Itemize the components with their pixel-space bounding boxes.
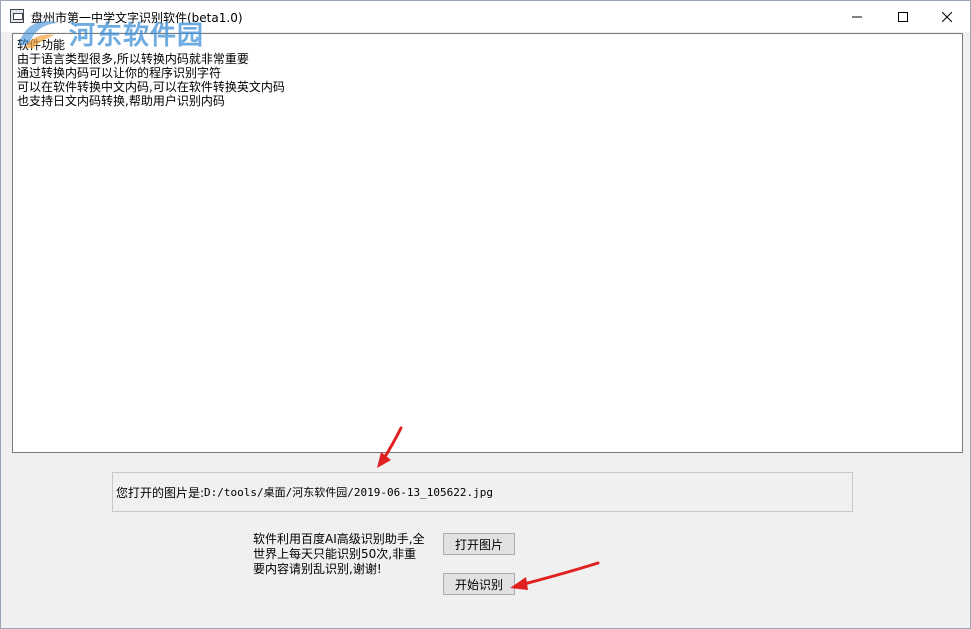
output-line: 软件功能: [17, 38, 66, 52]
close-icon: [942, 11, 952, 22]
file-path-label: 您打开的图片是:: [116, 485, 205, 500]
maximize-icon: [898, 11, 908, 22]
title-bar[interactable]: 盘州市第一中学文字识别软件(beta1.0): [1, 1, 970, 32]
minimize-button[interactable]: [834, 1, 880, 32]
annotation-arrow-icon: [510, 561, 600, 590]
maximize-button[interactable]: [880, 1, 926, 32]
usage-note: 软件利用百度AI高级识别助手,全世界上每天只能识别50次,非重要内容请别乱识别,…: [253, 532, 425, 576]
file-path-value: D:/tools/桌面/河东软件园/2019-06-13_105622.jpg: [204, 486, 493, 499]
app-window: 盘州市第一中学文字识别软件(beta1.0) 软件功能 由于语言类型很多,所以转…: [0, 0, 971, 629]
minimize-icon: [852, 16, 862, 17]
output-line: 可以在软件转换中文内码,可以在软件转换英文内码: [17, 80, 285, 94]
output-line: 也支持日文内码转换,帮助用户识别内码: [17, 94, 225, 108]
open-image-button[interactable]: 打开图片: [443, 533, 515, 555]
app-icon: [10, 9, 24, 23]
output-line: 由于语言类型很多,所以转换内码就非常重要: [17, 52, 249, 66]
recognition-output-textarea[interactable]: 软件功能 由于语言类型很多,所以转换内码就非常重要 通过转换内码可以让你的程序识…: [12, 33, 963, 453]
close-button[interactable]: [924, 1, 970, 32]
output-line: 通过转换内码可以让你的程序识别字符: [17, 66, 222, 80]
start-recognition-button[interactable]: 开始识别: [443, 573, 515, 595]
file-path-display: 您打开的图片是: D:/tools/桌面/河东软件园/2019-06-13_10…: [112, 472, 853, 512]
window-title: 盘州市第一中学文字识别软件(beta1.0): [31, 11, 243, 25]
